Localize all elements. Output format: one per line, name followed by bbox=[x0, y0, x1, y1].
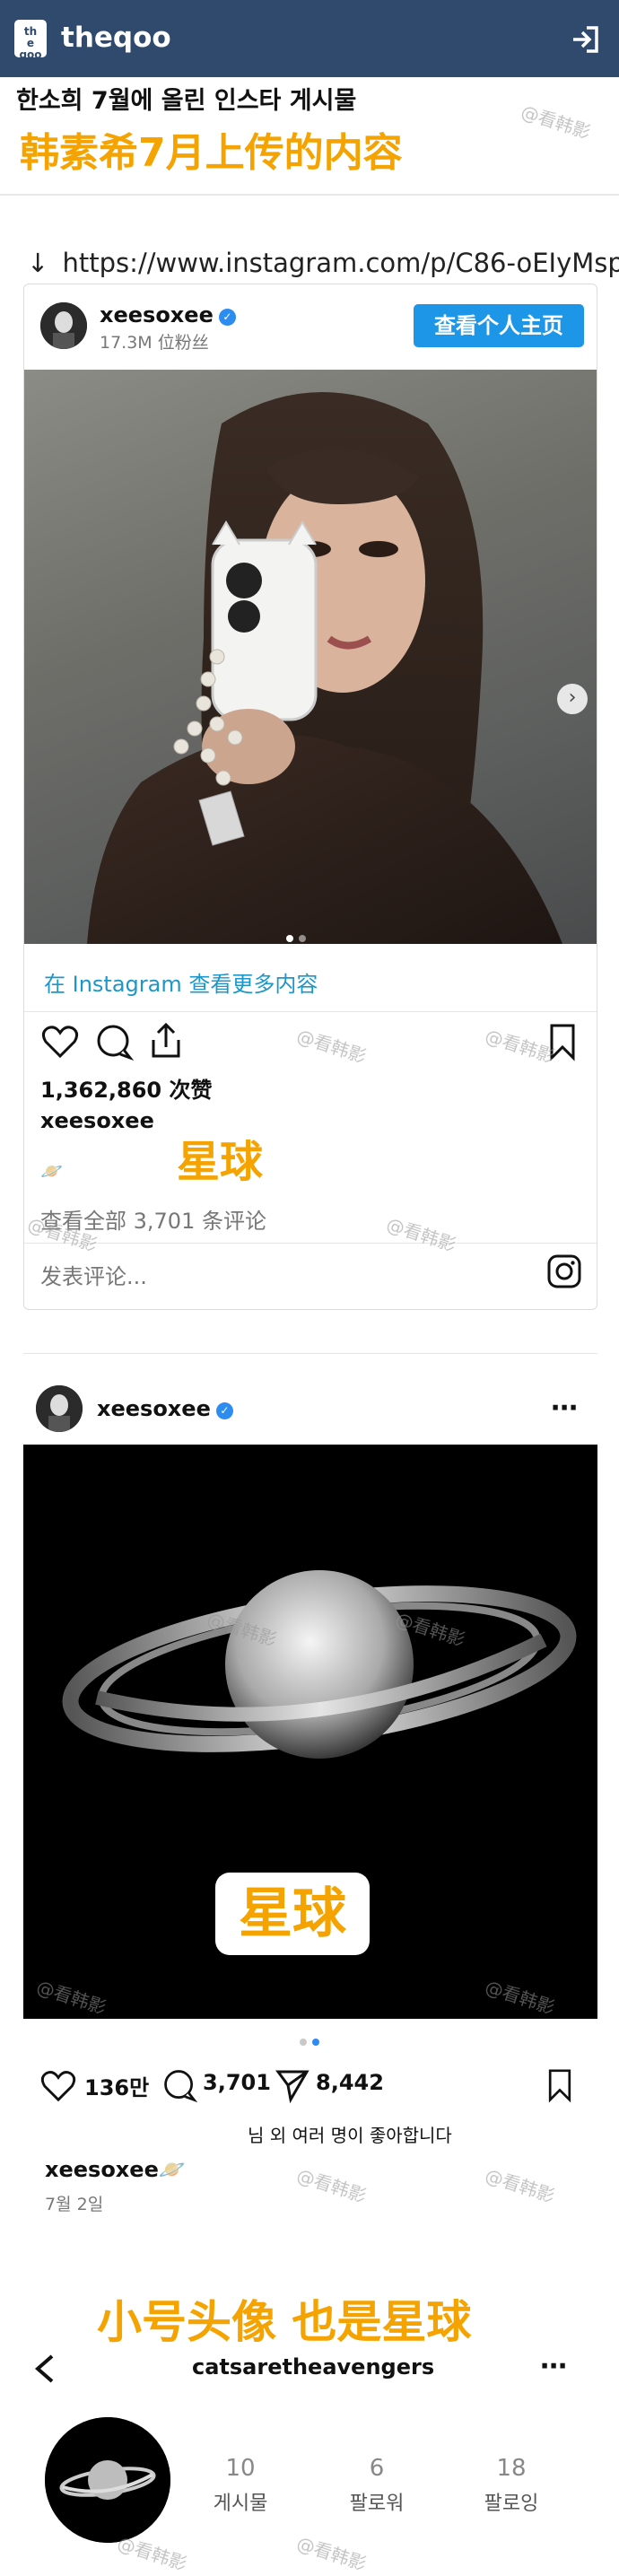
posts-label: 게시물 bbox=[213, 2493, 268, 2515]
login-icon[interactable] bbox=[569, 22, 603, 57]
article-title: 한소희 7월에 올린 인스타 게시물 bbox=[16, 87, 357, 115]
url-text[interactable]: https://www.instagram.com/p/C86-oEIyMsp bbox=[63, 248, 619, 278]
comment-input[interactable]: 发表评论... bbox=[40, 1259, 147, 1290]
instagram-embed-card: xeesoxee ✓ 17.3M 位粉丝 查看个人主页 › 在 Instagra… bbox=[23, 284, 597, 1310]
annotation-planet: 星球 bbox=[177, 1137, 264, 1187]
divider bbox=[23, 1353, 597, 1354]
view-more-link[interactable]: 在 Instagram 查看更多内容 bbox=[44, 966, 318, 998]
theqoo-logo[interactable]: th e qoo bbox=[14, 20, 47, 61]
avatar[interactable] bbox=[36, 1385, 83, 1432]
annotation-caption-top: 韩素希7月上传的内容 bbox=[20, 130, 403, 176]
view-profile-button[interactable]: 查看个人主页 bbox=[414, 304, 584, 347]
instagram-icon[interactable] bbox=[546, 1253, 582, 1289]
brand-name[interactable]: theqoo bbox=[61, 22, 171, 54]
divider bbox=[24, 1243, 597, 1244]
post-username[interactable]: xeesoxee ✓ bbox=[97, 1396, 233, 1421]
profile-following-stat[interactable]: 18 팔로잉 bbox=[458, 2455, 565, 2516]
profile-posts-stat[interactable]: 10 게시물 bbox=[187, 2455, 294, 2516]
following-count: 18 bbox=[496, 2455, 527, 2482]
annotation-small-account: 小号头像 也是星球 bbox=[97, 2296, 472, 2348]
top-bar: th e qoo theqoo bbox=[0, 0, 619, 77]
view-comments-link[interactable]: 查看全部 3,701 条评论 bbox=[40, 1203, 266, 1235]
back-icon[interactable] bbox=[32, 2353, 57, 2385]
annotation-planet-label: 星球 bbox=[215, 1873, 370, 1955]
divider bbox=[0, 194, 619, 196]
comment-count: 3,701 bbox=[203, 2070, 271, 2095]
following-label: 팔로잉 bbox=[484, 2493, 539, 2515]
caption-emoji: 🪐 bbox=[40, 1160, 63, 1182]
bookmark-icon[interactable] bbox=[544, 2067, 576, 2103]
posts-count: 10 bbox=[225, 2455, 256, 2482]
next-slide-button[interactable]: › bbox=[557, 684, 588, 714]
comment-icon[interactable] bbox=[94, 1022, 134, 1061]
send-icon[interactable] bbox=[275, 2067, 310, 2103]
watermark: @看韩影 bbox=[293, 2164, 370, 2207]
follower-count: 17.3M 位粉丝 bbox=[100, 333, 209, 353]
more-icon[interactable]: ⋯ bbox=[540, 2351, 567, 2382]
post-photo-selfie[interactable]: › bbox=[24, 370, 597, 944]
caption-username[interactable]: xeesoxee bbox=[40, 1108, 154, 1133]
profile-avatar-saturn[interactable] bbox=[45, 2417, 170, 2543]
bookmark-icon[interactable] bbox=[545, 1022, 580, 1061]
heart-icon[interactable] bbox=[39, 2067, 77, 2103]
divider bbox=[24, 1011, 597, 1012]
carousel-dot bbox=[300, 2039, 307, 2046]
embed-username[interactable]: xeesoxee ✓ bbox=[100, 302, 236, 327]
followers-label: 팔로워 bbox=[349, 2493, 405, 2515]
share-count: 8,442 bbox=[316, 2070, 384, 2095]
carousel-dot-active bbox=[312, 2039, 319, 2046]
share-icon[interactable] bbox=[146, 1020, 186, 1061]
comment-icon[interactable] bbox=[161, 2067, 197, 2103]
like-count: 1,362,860 次赞 bbox=[40, 1078, 213, 1103]
watermark: @看韩影 bbox=[518, 100, 594, 144]
profile-followers-stat[interactable]: 6 팔로워 bbox=[323, 2455, 431, 2516]
watermark: @看韩影 bbox=[293, 2532, 370, 2575]
followers-count: 6 bbox=[369, 2455, 385, 2482]
instagram-url[interactable]: ↓ https://www.instagram.com/p/C86-oEIyMs… bbox=[27, 248, 619, 278]
down-arrow-icon: ↓ bbox=[27, 248, 49, 278]
profile-username: catsaretheavengers bbox=[192, 2354, 435, 2380]
liked-by-text: 님 외 여러 명이 좋아합니다 bbox=[248, 2125, 452, 2146]
caption-username[interactable]: xeesoxee🪐 bbox=[45, 2157, 186, 2182]
more-icon[interactable]: ⋯ bbox=[551, 1393, 578, 1424]
verified-badge-icon: ✓ bbox=[215, 1402, 233, 1419]
heart-icon[interactable] bbox=[40, 1022, 80, 1061]
post-date: 7월 2일 bbox=[45, 2195, 104, 2214]
avatar[interactable] bbox=[40, 302, 87, 349]
verified-badge-icon: ✓ bbox=[218, 309, 236, 326]
like-count: 136만 bbox=[84, 2075, 150, 2100]
watermark: @看韩影 bbox=[482, 2164, 558, 2207]
